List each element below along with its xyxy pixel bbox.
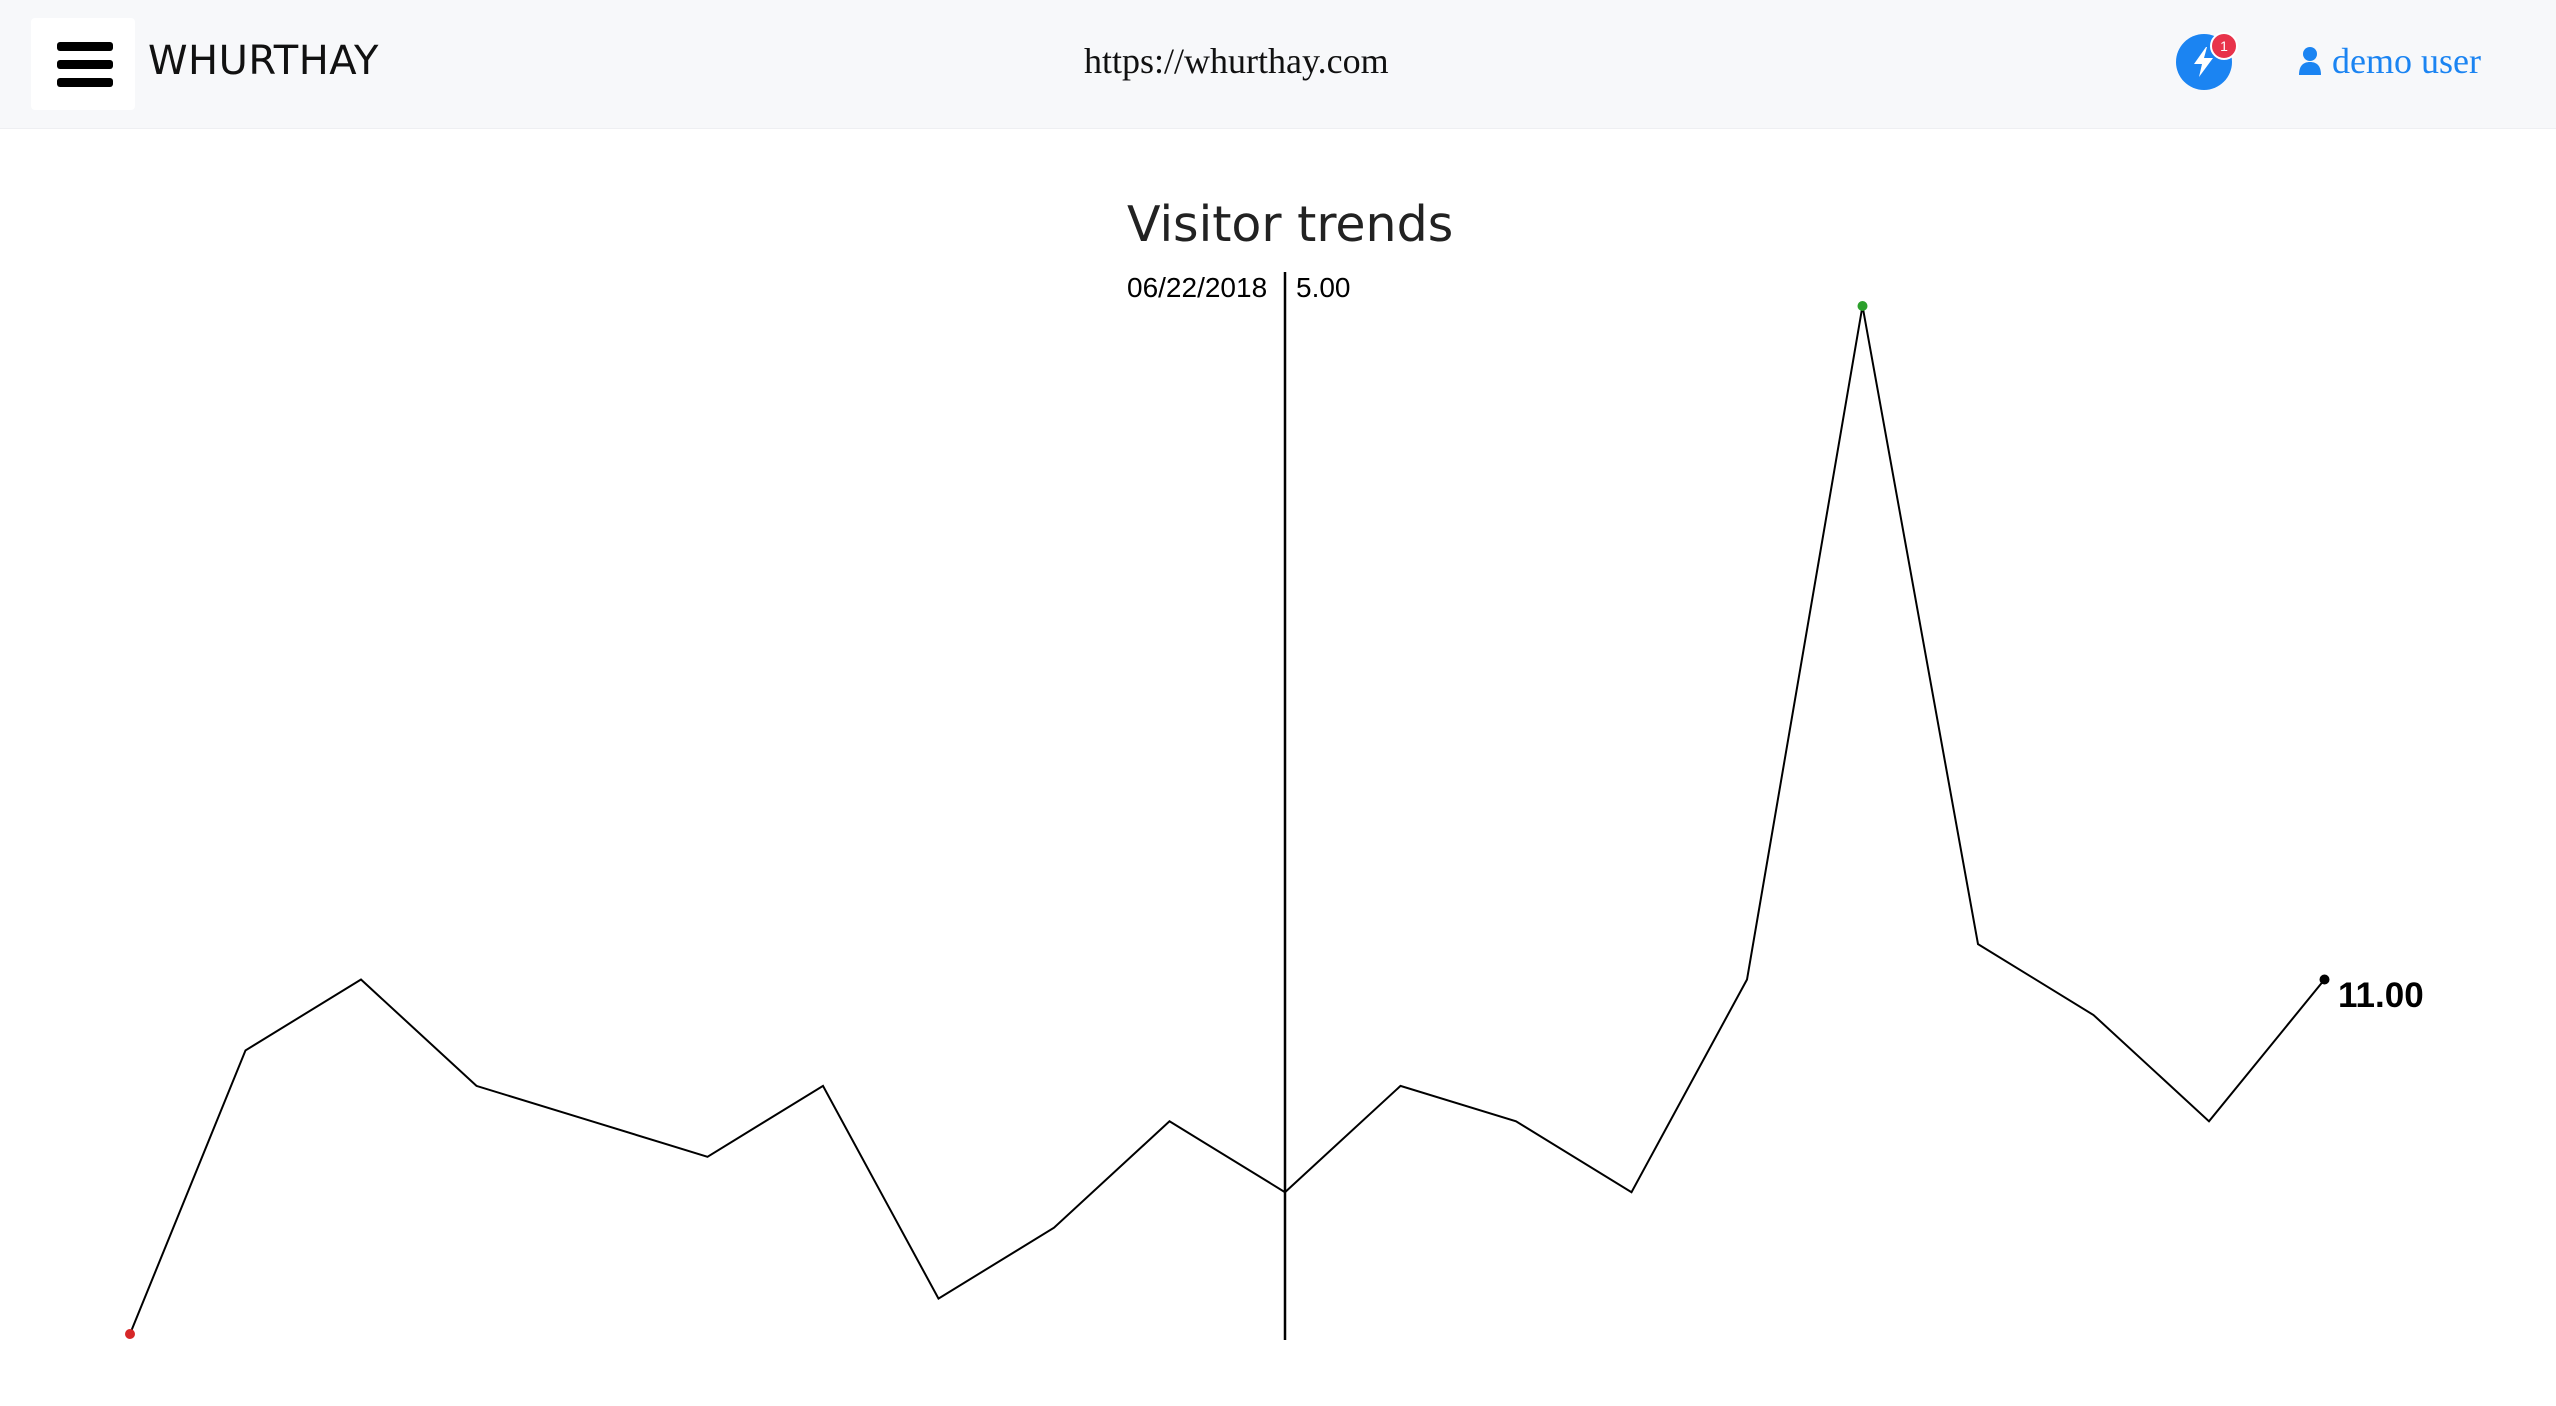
last-point-marker (2319, 974, 2330, 985)
tooltip-date: 06/22/2018 (1127, 272, 1268, 303)
min-point-marker (125, 1329, 135, 1339)
max-point-marker (1857, 301, 1868, 311)
tooltip-value: 5.00 (1296, 272, 1351, 303)
visitor-trend-chart[interactable] (0, 0, 2556, 1406)
last-value-label: 11.00 (2338, 976, 2424, 1015)
series-line (129, 305, 2326, 1335)
